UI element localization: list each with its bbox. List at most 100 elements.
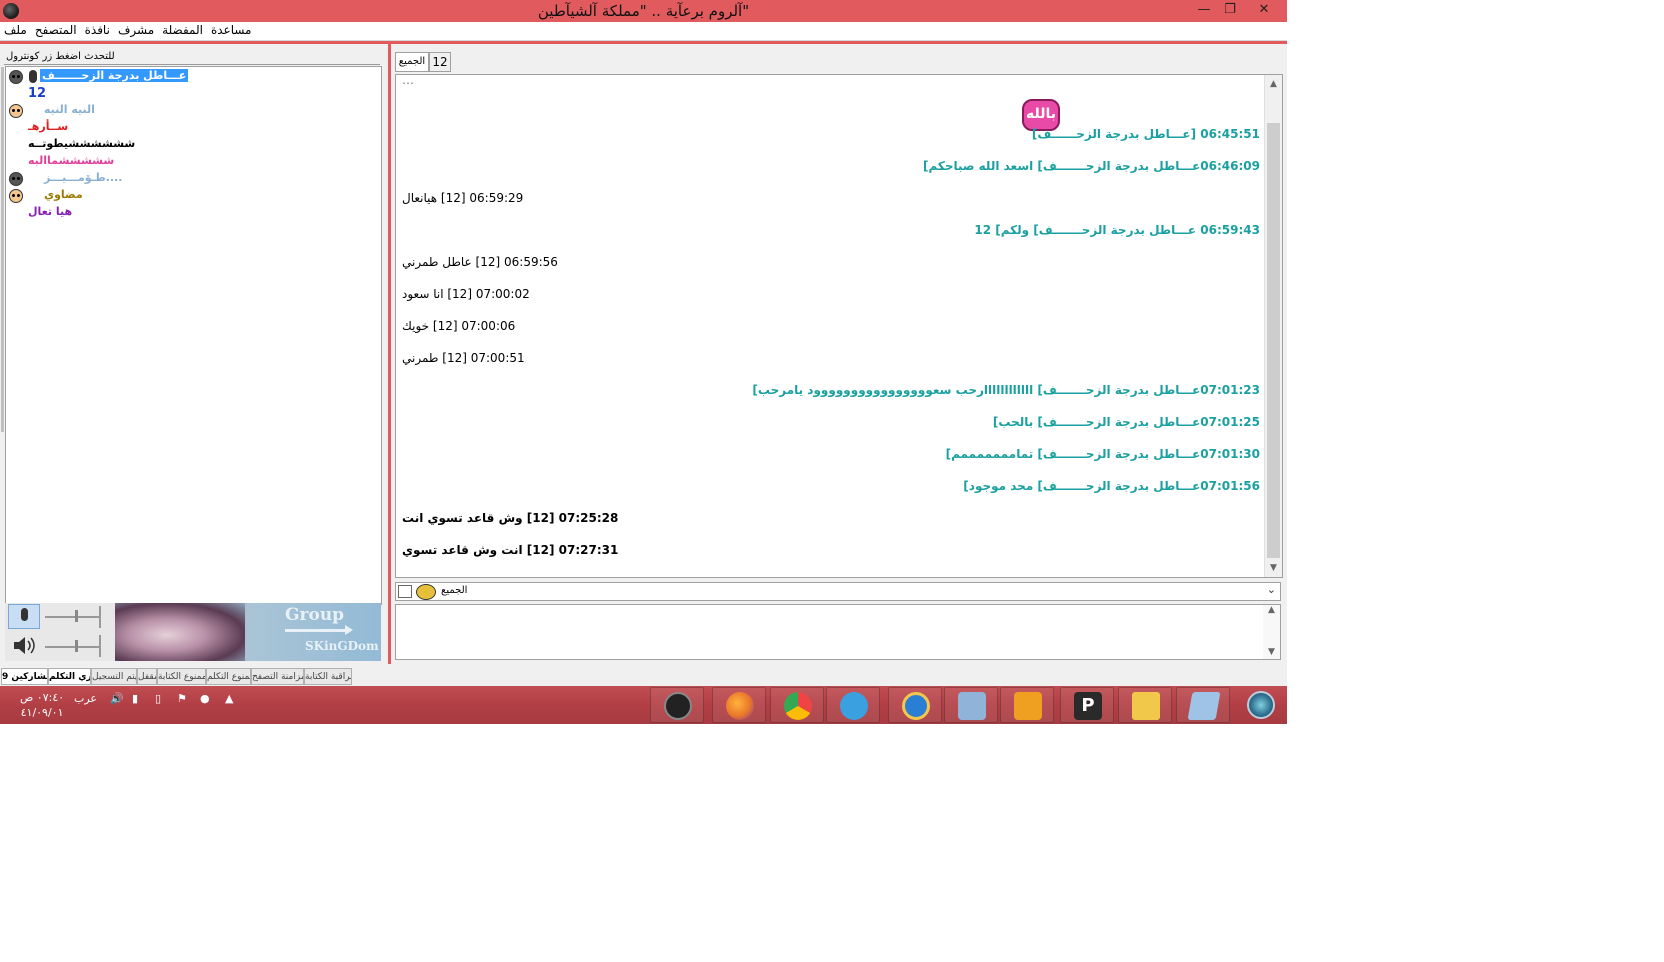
mic-volume-slider[interactable]	[45, 616, 100, 618]
user-name[interactable]: شششششماالبه	[28, 154, 114, 167]
user-name[interactable]: ششششششيطوتــه	[28, 137, 135, 150]
folder-icon	[1132, 692, 1160, 720]
talk-hint: للتحدث اضغط زر كونترول	[6, 51, 115, 62]
taskbar-firefox[interactable]	[712, 687, 766, 723]
taskbar-messenger[interactable]	[826, 687, 880, 723]
microphone-icon	[21, 608, 28, 621]
taskbar-control-panel[interactable]	[944, 687, 998, 723]
audio-controls: Group SKinGDom	[5, 603, 381, 661]
menu-admin[interactable]: مشرف	[118, 23, 154, 37]
splitter[interactable]	[1, 67, 4, 432]
volume-icon[interactable]: 🔊	[110, 692, 124, 705]
user-name[interactable]: عـــاطل بدرجة الزحـــــــف	[40, 69, 189, 82]
chat-message: 07:00:06 [12] خويك	[402, 319, 516, 333]
start-orb-icon	[1247, 691, 1275, 719]
show-hidden-icons-icon[interactable]: ▲	[225, 692, 233, 705]
chat-message: 07:01:25عـــاطل بدرجة الزحـــــــف] بالح…	[992, 415, 1260, 429]
tab-everyone[interactable]: الجميع	[395, 52, 429, 72]
taskbar-notes[interactable]	[1176, 687, 1230, 723]
chat-panel: الجميع 12 … بالله 06:45:51 [عـــاطل بدرج…	[391, 44, 1287, 666]
clock[interactable]: ٠٧:٤٠ ص ٤١/٠٩/٠١	[20, 690, 64, 720]
menu-bar: ملف المتصفح نافذة مشرف المفضلة مساعدة	[0, 22, 1287, 41]
banner-line-1: Group	[285, 605, 345, 625]
speaker-button[interactable]	[8, 633, 40, 658]
chat-log[interactable]: … بالله 06:45:51 [عـــاطل بدرجة الزحــــ…	[395, 74, 1283, 578]
close-button[interactable]: ✕	[1242, 0, 1286, 20]
tab-12[interactable]: 12	[429, 52, 451, 72]
clipped-message: …	[402, 74, 414, 87]
menu-favorites[interactable]: المفضلة	[162, 23, 203, 37]
user-list[interactable]: عـــاطل بدرجة الزحـــــــف 12 النيه الني…	[1, 66, 382, 605]
user-name[interactable]: مضاوي	[44, 188, 83, 201]
input-scrollbar[interactable]: ▲ ▼	[1263, 605, 1280, 659]
minimize-button[interactable]: —	[1190, 0, 1218, 20]
chat-message: 06:59:56 [12] عاطل طمرني	[402, 255, 558, 269]
speaker-level-bar	[99, 635, 101, 657]
taskbar-internet-explorer[interactable]	[888, 687, 942, 723]
menu-browser[interactable]: المتصفح	[35, 23, 77, 37]
language-indicator[interactable]: عرب	[74, 692, 97, 705]
tab-speaking[interactable]: جاري التكلم	[48, 668, 91, 685]
list-icon[interactable]	[398, 585, 412, 598]
taskbar-chrome[interactable]	[770, 687, 824, 723]
user-name[interactable]: النيه النيه	[44, 103, 95, 116]
tab-no-talking[interactable]: ممنوع التكلم	[206, 668, 251, 685]
mic-level-bar	[99, 606, 101, 628]
network-icon[interactable]: ▮	[132, 692, 138, 705]
menu-help[interactable]: مساعدة	[211, 23, 252, 37]
scroll-down-icon[interactable]: ▼	[1265, 563, 1282, 573]
scroll-up-icon[interactable]: ▲	[1263, 605, 1280, 615]
taskbar-file-explorer[interactable]	[1118, 687, 1172, 723]
tab-monitor-typing[interactable]: مراقبة الكتابة	[304, 668, 352, 685]
recipient-value: الجميع	[441, 585, 468, 596]
battery-icon[interactable]: ▯	[155, 692, 161, 705]
chat-message: 07:01:30عـــاطل بدرجة الزحـــــــف] تمام…	[945, 447, 1260, 461]
speaker-volume-knob[interactable]	[75, 640, 78, 652]
firefox-icon	[726, 692, 754, 720]
user-name[interactable]: هيا تعال	[28, 205, 72, 218]
scroll-down-icon[interactable]: ▼	[1263, 647, 1280, 657]
user-name[interactable]: طـۆمـــيـــز....	[44, 171, 122, 184]
chevron-down-icon[interactable]: ⌄	[1267, 583, 1276, 596]
clock-date: ٤١/٠٩/٠١	[20, 706, 64, 719]
tab-sync-browsing[interactable]: مزامنة التصفح	[251, 668, 304, 685]
mic-volume-knob[interactable]	[75, 610, 78, 622]
message-input[interactable]: ▲ ▼	[395, 604, 1281, 660]
user-name[interactable]: 12	[28, 86, 46, 101]
group-banner: Group SKinGDom	[115, 603, 381, 661]
chrome-icon	[784, 692, 812, 720]
taskbar-paltalk[interactable]: P	[1060, 687, 1114, 723]
scroll-thumb[interactable]	[1267, 123, 1280, 558]
maximize-button[interactable]: ❐	[1218, 0, 1242, 20]
tab-participants[interactable]: 9 المشاركين	[1, 668, 48, 685]
tab-no-typing[interactable]: ممنوع الكتابة	[157, 668, 206, 685]
mic-button[interactable]	[8, 604, 40, 629]
chat-message: 06:45:51 [عـــاطل بدرجة الزحــــــف]	[1031, 127, 1260, 141]
tab-recording[interactable]: يتم التسجيل	[91, 668, 137, 685]
speaker-volume-slider[interactable]	[45, 646, 100, 648]
chat-message: 07:25:28 [12] وش قاعد تسوي انت	[402, 511, 619, 525]
tab-locked[interactable]: مقفل	[137, 668, 157, 685]
scroll-up-icon[interactable]: ▲	[1265, 79, 1282, 89]
control-panel-icon	[958, 692, 986, 720]
menu-window[interactable]: نافذة	[85, 23, 110, 37]
participants-panel: للتحدث اضغط زر كونترول عـــاطل بدرجة الز…	[0, 44, 388, 666]
recipient-select[interactable]: الجميع ⌄	[395, 582, 1281, 601]
taskbar-media-player[interactable]	[1000, 687, 1054, 723]
user-name[interactable]: ســأرهـ	[28, 120, 68, 133]
chat-scrollbar[interactable]: ▲ ▼	[1264, 75, 1282, 577]
avatar-icon	[9, 172, 23, 186]
emoticon-icon[interactable]	[416, 584, 436, 600]
avatar-icon	[9, 70, 23, 84]
start-button[interactable]	[1234, 687, 1288, 723]
clock-time: ٠٧:٤٠ ص	[20, 691, 65, 704]
taskbar: ٠٧:٤٠ ص ٤١/٠٩/٠١ عرب 🔊 ▮ ▯ ⚑ ● ▲ P	[0, 686, 1287, 724]
title-bar: آلروم برعآية .. "مملكة آلشيآطين" — ❐ ✕	[0, 0, 1287, 22]
messenger-tray-icon[interactable]: ●	[200, 692, 210, 705]
menu-file[interactable]: ملف	[4, 23, 27, 37]
banner-image	[115, 603, 245, 661]
chat-message: 06:59:29 [12] هيانعال	[402, 191, 524, 205]
taskbar-room-app[interactable]	[650, 687, 704, 723]
flag-icon[interactable]: ⚑	[177, 692, 187, 705]
room-app-icon	[664, 692, 692, 720]
